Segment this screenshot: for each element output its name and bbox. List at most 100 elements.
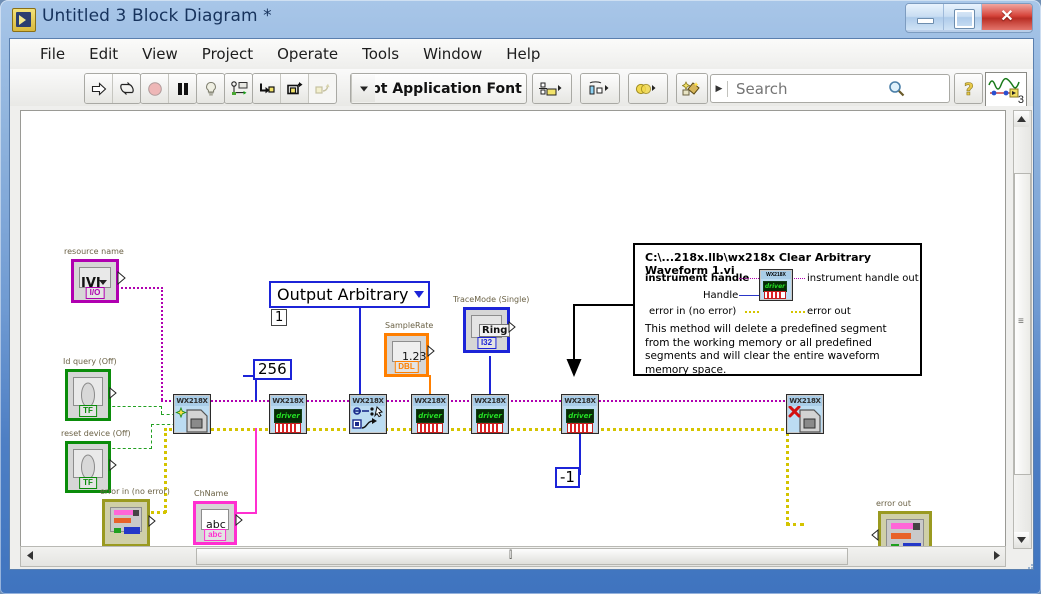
scroll-up-button[interactable]: [1014, 111, 1029, 127]
node-property-node[interactable]: WX218X: [349, 394, 387, 434]
horizontal-scrollbar[interactable]: ⫿: [20, 546, 1006, 567]
constant-256[interactable]: 256: [253, 359, 292, 380]
indicator-error-out[interactable]: [878, 511, 932, 548]
block-diagram-canvas[interactable]: resource name IVI I/O Id query (Off) TF: [20, 110, 1006, 549]
node-property-header: WX218X: [351, 396, 385, 406]
context-help-window[interactable]: C:\...218x.llb\wx218x Clear Arbitrary Wa…: [633, 243, 922, 376]
menu-window[interactable]: Window: [411, 42, 494, 66]
help-terminal-instrument-handle-out: instrument handle out: [807, 273, 919, 284]
help-terminal-error-out: error out: [807, 306, 851, 317]
retain-wire-values-group: [224, 73, 253, 104]
ch-name-terminal-icon: [235, 514, 243, 526]
menu-file[interactable]: File: [28, 42, 77, 66]
node-initialize[interactable]: WX218X: [173, 394, 211, 434]
search-icon[interactable]: [888, 80, 905, 97]
constant-1[interactable]: 1: [271, 309, 288, 326]
control-trace-mode[interactable]: Ring I32: [463, 307, 511, 353]
vertical-scrollbar[interactable]: ≡: [1013, 110, 1032, 549]
highlight-execution-button[interactable]: [197, 74, 224, 103]
close-icon: [788, 405, 821, 433]
step-button-group: [252, 73, 337, 104]
step-out-button[interactable]: [309, 74, 336, 103]
maximize-button[interactable]: [944, 4, 982, 30]
labview-block-diagram-window: Untitled 3 Block Diagram * ✕ File Edit V…: [0, 0, 1041, 594]
font-dropdown-button[interactable]: [351, 75, 375, 102]
triangle-down-icon: [1017, 537, 1026, 543]
node-close[interactable]: WX218X: [786, 394, 824, 434]
control-reset-device[interactable]: TF: [65, 441, 111, 493]
wire-error-out-h: [786, 523, 804, 527]
node-driver-5[interactable]: WX218X driver: [471, 394, 509, 434]
minimize-icon: [917, 18, 934, 24]
control-ch-name[interactable]: abc abc: [193, 501, 237, 545]
error-out-field-1: [891, 523, 915, 529]
node-driver-4-header: WX218X: [413, 396, 447, 406]
wire-ch-name-v: [255, 428, 258, 512]
search-expand-icon[interactable]: ▶: [711, 83, 727, 94]
help-wire-error-in: [745, 311, 759, 314]
trace-mode-type: I32: [476, 337, 497, 349]
vi-icon-thumbnail[interactable]: 3: [985, 72, 1027, 107]
menu-view[interactable]: View: [130, 42, 190, 66]
help-wire-handle-out: [791, 278, 805, 280]
control-id-query[interactable]: TF: [65, 369, 111, 421]
control-error-in[interactable]: [102, 499, 150, 547]
ch-name-type: abc: [204, 529, 226, 541]
node-driver-4[interactable]: WX218X driver: [411, 394, 449, 434]
menu-edit[interactable]: Edit: [77, 42, 130, 66]
vertical-thumb-grip: ≡: [1018, 316, 1025, 327]
error-out-field-5: [913, 523, 920, 530]
scroll-left-button[interactable]: [21, 547, 38, 564]
constant-neg-1[interactable]: -1: [555, 467, 580, 488]
chevron-down-icon[interactable]: [413, 291, 424, 298]
window-resize-grip[interactable]: [1023, 558, 1035, 570]
font-selector[interactable]: 9pt Application Font: [350, 73, 527, 104]
step-over-button[interactable]: [281, 74, 309, 103]
run-continuously-button[interactable]: [113, 74, 140, 103]
pause-button[interactable]: [169, 74, 196, 103]
align-objects-button[interactable]: [533, 74, 571, 103]
run-button[interactable]: [85, 74, 113, 103]
search-input[interactable]: [728, 78, 888, 99]
wire-error-in-v: [164, 428, 168, 513]
wire-reset-device-v: [151, 424, 153, 449]
vertical-scrollbar-thumb[interactable]: ≡: [1014, 173, 1031, 475]
control-resource-name[interactable]: IVI I/O: [71, 259, 119, 303]
control-sample-rate[interactable]: 1.23 DBL: [384, 333, 429, 377]
menu-tools[interactable]: Tools: [350, 42, 411, 66]
triangle-left-icon: [27, 551, 33, 560]
trace-mode-terminal-icon: [508, 321, 516, 333]
error-in-field-3: [114, 528, 121, 533]
distribute-objects-button[interactable]: [581, 74, 619, 103]
output-arbitrary-value: Output Arbitrary: [277, 285, 409, 304]
step-into-button[interactable]: [253, 74, 281, 103]
resource-name-terminal-icon: [117, 271, 126, 285]
scroll-down-button[interactable]: [1014, 532, 1029, 548]
node-driver-2[interactable]: WX218X driver: [269, 394, 307, 434]
scroll-right-button[interactable]: [988, 547, 1005, 564]
help-vi-icon-body: driver: [761, 279, 791, 299]
help-wire-handle-in: [739, 278, 759, 280]
menu-help[interactable]: Help: [494, 42, 552, 66]
triangle-right-icon: [994, 551, 1000, 560]
reorder-button[interactable]: [629, 74, 667, 103]
minimize-button[interactable]: [906, 4, 944, 30]
horizontal-scrollbar-thumb[interactable]: ⫿: [196, 548, 848, 565]
node-clear-arb-waveform[interactable]: WX218X driver: [561, 394, 599, 434]
constant-output-arbitrary[interactable]: Output Arbitrary: [269, 281, 430, 308]
label-error-in: error in (no error): [100, 487, 170, 496]
chevron-down-icon[interactable]: [99, 279, 108, 287]
retain-wire-values-button[interactable]: [225, 74, 252, 103]
context-help-button[interactable]: ?: [955, 74, 982, 103]
error-in-field-5: [133, 510, 139, 516]
search-box[interactable]: ▶: [710, 74, 950, 103]
label-reset-device: reset device (Off): [61, 429, 131, 438]
close-button[interactable]: ✕: [982, 4, 1032, 30]
menu-operate[interactable]: Operate: [265, 42, 350, 66]
abort-button[interactable]: [141, 74, 169, 103]
clean-up-diagram-button[interactable]: [677, 74, 707, 103]
menu-project[interactable]: Project: [190, 42, 265, 66]
clean-up-group: [676, 73, 708, 104]
help-vi-icon: WX218X driver: [759, 269, 793, 301]
id-query-terminal-icon: [109, 387, 117, 399]
